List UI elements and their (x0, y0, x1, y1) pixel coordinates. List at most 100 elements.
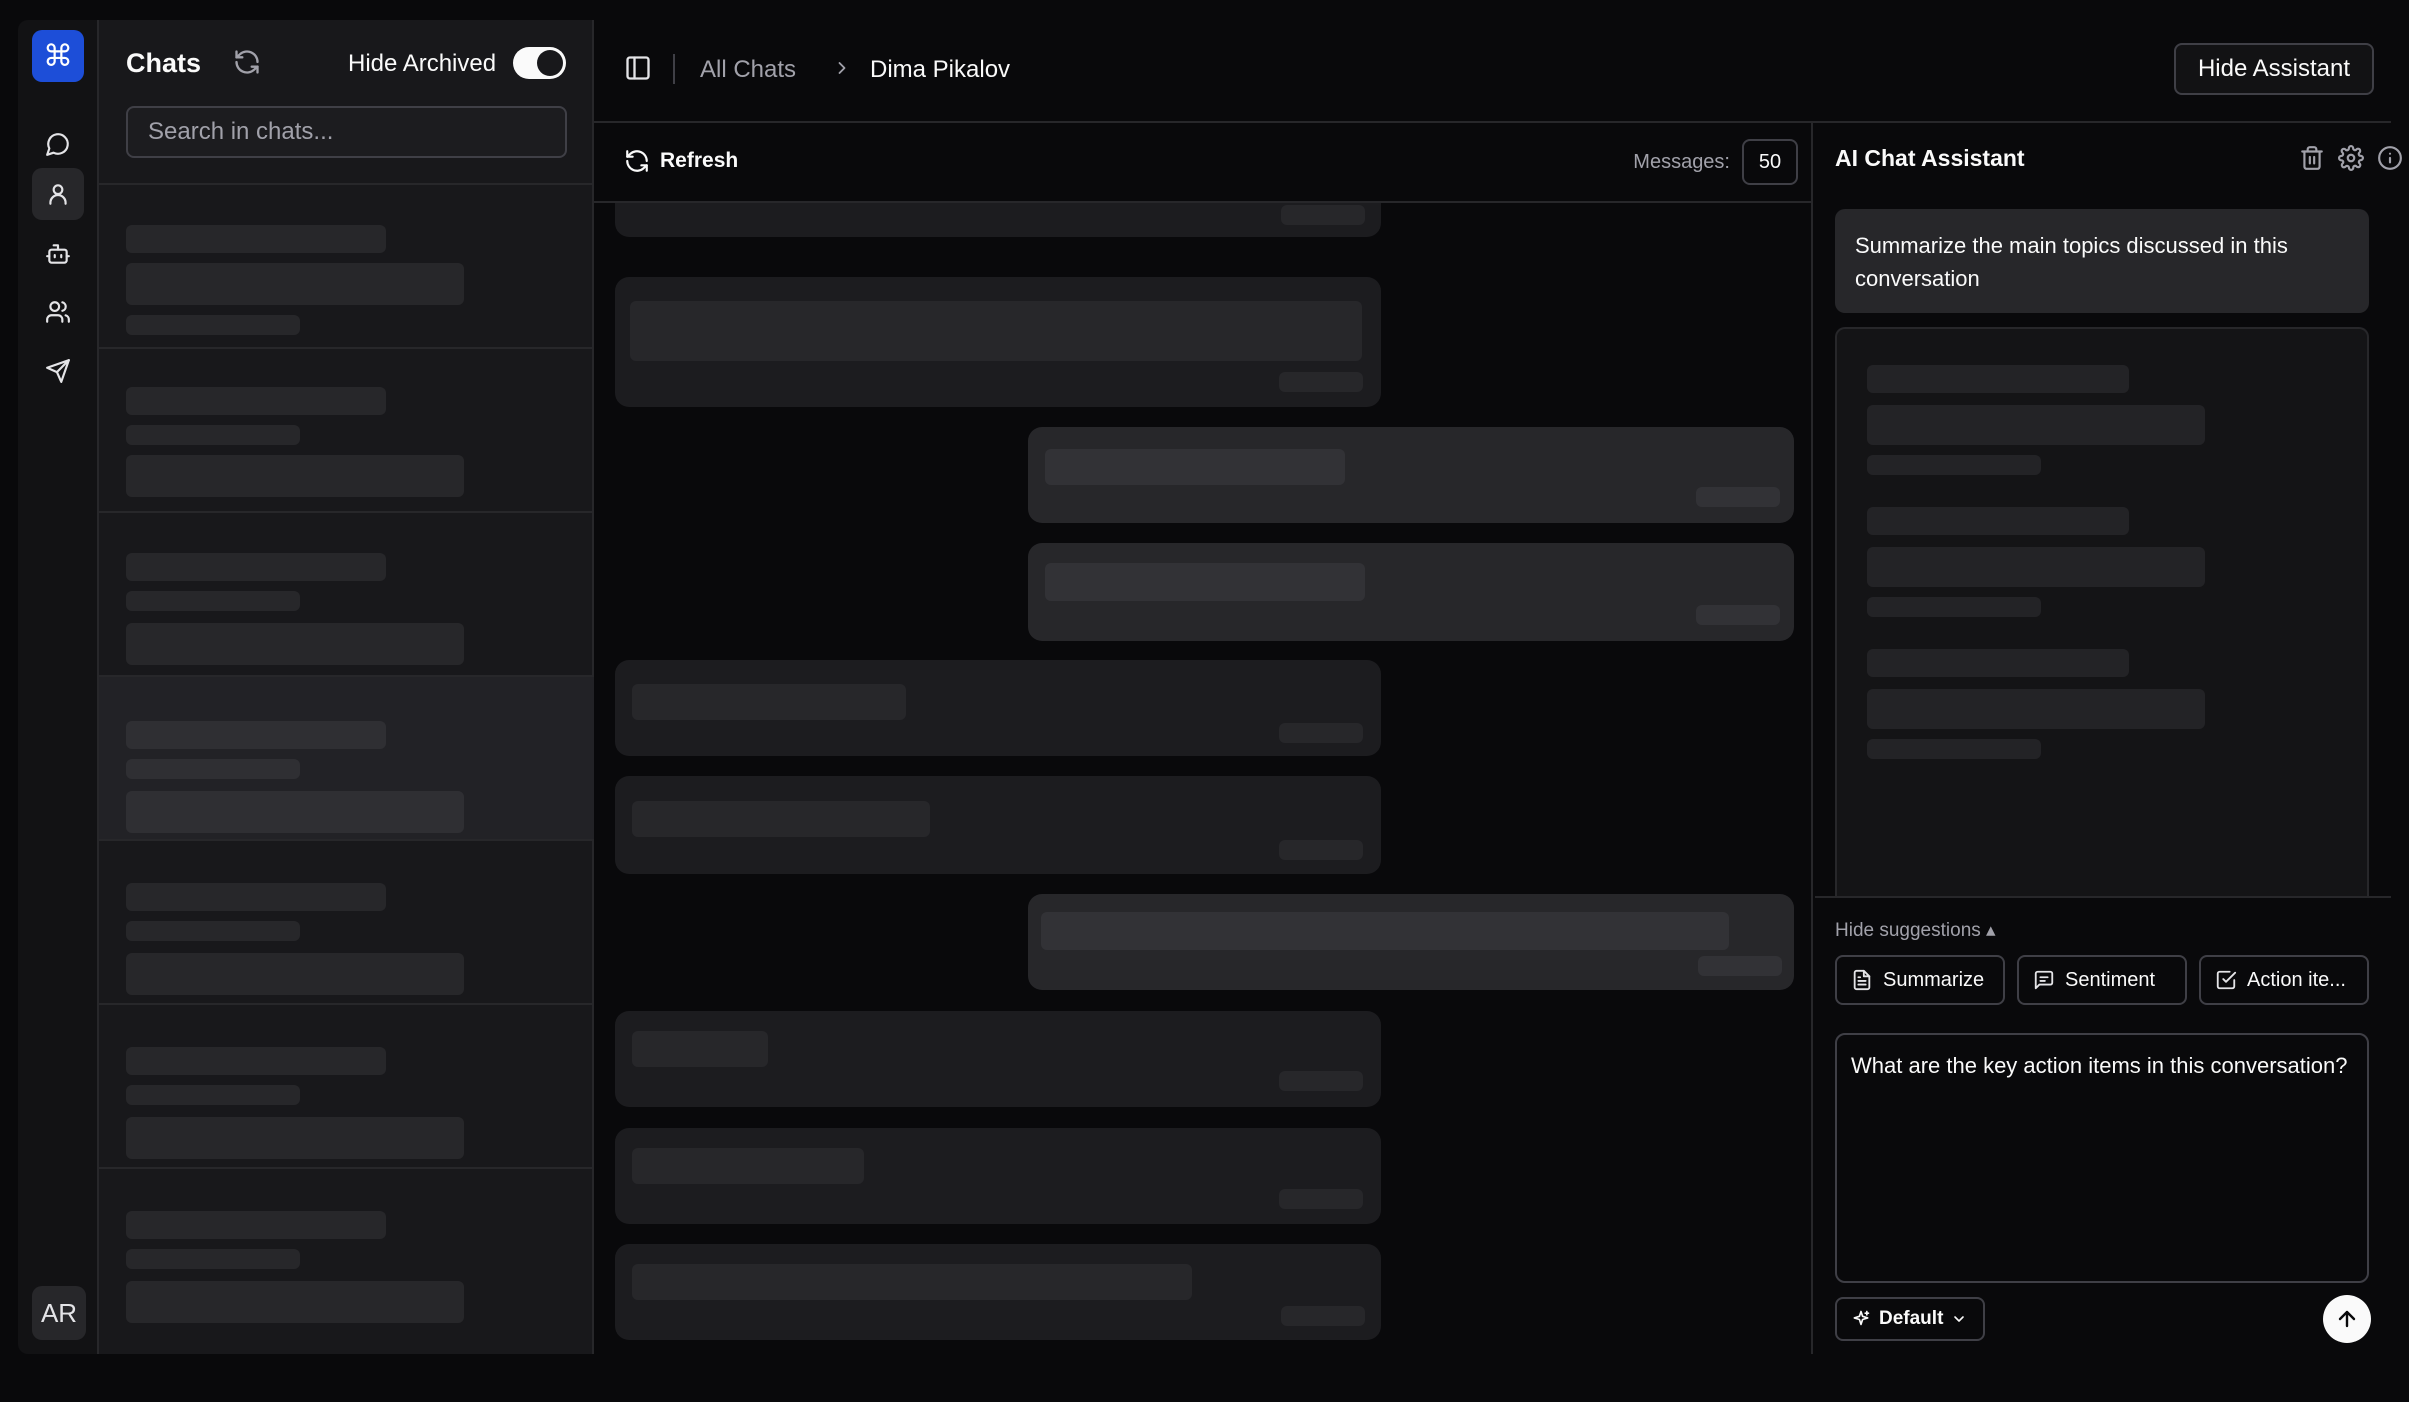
message-bubble-outgoing (1028, 427, 1794, 523)
refresh-chats-button[interactable] (233, 48, 263, 78)
skeleton-line (1281, 1306, 1365, 1326)
skeleton-line (126, 791, 464, 833)
skeleton-line (632, 801, 930, 837)
chevron-down-icon (1954, 1316, 1965, 1322)
skeleton-line (1696, 487, 1780, 507)
chat-icon (46, 133, 69, 156)
chat-list-header: Chats Hide Archived (99, 20, 592, 185)
breadcrumb-all-chats[interactable]: All Chats (700, 56, 796, 84)
chat-list-item[interactable] (99, 1169, 594, 1354)
suggestion-label: Action ite... (2247, 968, 2346, 991)
hide-assistant-button[interactable]: Hide Assistant (2174, 43, 2374, 95)
assistant-info-button[interactable] (2377, 145, 2405, 173)
message-thread: Refresh Messages: 50 (594, 123, 1813, 1354)
bot-icon (46, 244, 70, 264)
message-bubble-incoming (615, 277, 1381, 407)
skeleton-line (1279, 840, 1363, 860)
refresh-icon (626, 150, 648, 172)
app-logo[interactable]: ⌘ (32, 30, 84, 82)
chat-list-title: Chats (126, 48, 202, 78)
suggestion-label: Sentiment (2065, 968, 2156, 991)
gear-icon (2338, 145, 2364, 171)
breadcrumb-current-chat: Dima Pikalov (870, 56, 1011, 83)
hide-archived-label: Hide Archived (348, 50, 497, 77)
chat-search-input[interactable] (126, 106, 567, 158)
chat-list-item[interactable] (99, 349, 594, 513)
refresh-label: Refresh (660, 149, 739, 172)
assistant-settings-button[interactable] (2338, 145, 2366, 173)
user-avatar[interactable]: AR (32, 1286, 86, 1340)
chat-list-item[interactable] (99, 1005, 594, 1169)
send-button[interactable] (2323, 1295, 2371, 1343)
skeleton-line (126, 623, 464, 665)
arrow-up-icon (2338, 1310, 2356, 1328)
refresh-messages-button[interactable]: Refresh (624, 148, 738, 174)
send-icon (46, 359, 70, 383)
hide-archived-toggle[interactable] (513, 47, 566, 79)
thread-toolbar: Refresh Messages: 50 (594, 123, 1813, 203)
skeleton-line (126, 883, 386, 911)
document-icon (1853, 969, 1871, 991)
skeleton-line (126, 1211, 386, 1239)
skeleton-line (126, 953, 464, 995)
chat-list-item[interactable] (99, 185, 594, 349)
message-bubble-incoming (615, 1011, 1381, 1107)
model-select[interactable]: Default (1835, 1297, 1985, 1341)
sidebar-icon (626, 56, 650, 80)
skeleton-line (1281, 205, 1365, 225)
nav-bots[interactable] (32, 228, 84, 280)
message-bubble-incoming (615, 1128, 1381, 1224)
suggestion-summarize[interactable]: Summarize (1835, 955, 2005, 1005)
trash-icon (2301, 146, 2323, 170)
top-bar: All Chats Dima Pikalov Hide Assistant (594, 20, 2391, 123)
skeleton-line (126, 263, 464, 305)
chat-list-item[interactable] (99, 841, 594, 1005)
skeleton-line (1698, 956, 1782, 976)
chat-list-panel: Chats Hide Archived (99, 20, 594, 1354)
skeleton-line (632, 1148, 864, 1184)
nav-chats[interactable] (32, 118, 84, 170)
breadcrumb-separator-icon (832, 58, 852, 78)
skeleton-line (1045, 449, 1345, 485)
toolbar-divider (673, 54, 675, 84)
refresh-icon (235, 50, 259, 74)
skeleton-line (630, 301, 1362, 361)
skeleton-line (1867, 455, 2041, 475)
skeleton-line (1867, 649, 2129, 677)
nav-groups[interactable] (32, 286, 84, 338)
user-icon (49, 184, 67, 205)
chat-list-item-selected[interactable] (99, 677, 594, 841)
skeleton-line (1045, 563, 1365, 601)
skeleton-line (1696, 605, 1780, 625)
message-bubble-incoming (615, 776, 1381, 874)
skeleton-line (1867, 597, 2041, 617)
skeleton-line (1867, 507, 2129, 535)
assistant-title: AI Chat Assistant (1835, 145, 2025, 171)
ai-assistant-panel: AI Chat Assistant Summarize the main top… (1815, 123, 2402, 1354)
skeleton-line (126, 1117, 464, 1159)
skeleton-line (632, 684, 906, 720)
messages-count-label: Messages: (1633, 151, 1730, 173)
message-bubble-incoming (615, 203, 1381, 237)
assistant-input[interactable] (1835, 1033, 2369, 1283)
app-window: ⌘ AR Chats Hide Archived Search in chats… (18, 20, 2402, 1354)
skeleton-line (126, 553, 386, 581)
chat-list-item[interactable] (99, 513, 594, 677)
clear-history-button[interactable] (2299, 145, 2327, 173)
skeleton-line (1041, 912, 1729, 950)
users-icon (46, 301, 70, 323)
messages-count-input[interactable]: 50 (1742, 139, 1798, 185)
skeleton-line (126, 387, 386, 415)
hide-suggestions-toggle[interactable]: Hide suggestions ▴ (1835, 919, 1996, 942)
toggle-sidebar-button[interactable] (624, 54, 652, 82)
icon-rail: ⌘ AR (18, 20, 99, 1354)
suggestion-sentiment[interactable]: Sentiment (2017, 955, 2187, 1005)
nav-broadcast[interactable] (32, 345, 84, 397)
suggestion-action-items[interactable]: Action ite... (2199, 955, 2369, 1005)
skeleton-line (1279, 372, 1363, 392)
skeleton-line (1867, 365, 2129, 393)
message-square-icon (2034, 970, 2054, 990)
message-bubble-incoming (615, 660, 1381, 756)
nav-contacts[interactable] (32, 168, 84, 220)
skeleton-line (1279, 723, 1363, 743)
